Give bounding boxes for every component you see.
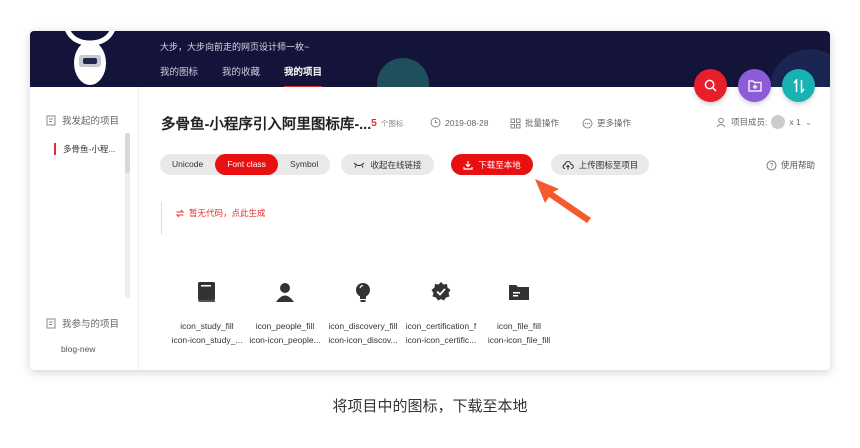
help-label: 使用帮助 [781, 160, 816, 170]
code-area-divider [161, 202, 162, 235]
sidebar-item-project[interactable]: 多骨鱼-小程... [54, 143, 115, 155]
icon-name: icon_discovery_fill [328, 321, 398, 331]
astronaut-avatar [65, 31, 115, 85]
more-operation-button[interactable]: 更多操作 [582, 117, 631, 129]
header-slogan: 大步，大步向前走的网页设计师一枚~ [160, 42, 310, 52]
folder-icon [509, 285, 529, 300]
icon-card[interactable]: icon_certification_f icon-icon_certific.… [402, 279, 480, 347]
generate-code-label: 暂无代码，点此生成 [189, 208, 266, 218]
member-avatar [771, 115, 786, 129]
sidebar-my-projects[interactable]: 我发起的项目 [46, 113, 119, 127]
project-title: 多骨鱼-小程序引入阿里图标库-... [161, 117, 372, 133]
icon-name: icon_certification_f [405, 321, 477, 331]
upload-label: 上传图标至项目 [578, 159, 639, 170]
more-operation-label: 更多操作 [597, 118, 632, 128]
icon-card[interactable]: icon_people_fill icon-icon_people... [246, 279, 324, 347]
edit-list-icon [46, 115, 56, 125]
main-content: 多骨鱼-小程序引入阿里图标库-... 5 个图标 2019-08-28 批量操作… [138, 87, 830, 370]
help-icon: ? [766, 160, 777, 170]
icon-class: icon-icon_people... [249, 335, 321, 345]
icon-class: icon-icon_study_... [171, 335, 243, 345]
collapse-link-label: 收起在线链接 [370, 159, 422, 170]
eye-closed-icon [354, 162, 365, 168]
download-icon [463, 160, 473, 170]
members-label: 项目成员: [731, 117, 768, 127]
lightbulb-icon [356, 283, 370, 302]
cloud-upload-icon [562, 160, 574, 169]
clock-icon [430, 117, 441, 128]
project-date-value: 2019-08-28 [445, 117, 489, 128]
members-count: x 1 [789, 117, 801, 127]
icon-card[interactable]: icon_file_fill icon-icon_file_fill [480, 279, 558, 347]
nav-my-icons[interactable]: 我的图标 [160, 64, 198, 87]
icon-count-value: 5 [371, 117, 377, 129]
sidebar-my-projects-label: 我发起的项目 [62, 116, 120, 127]
more-icon [582, 118, 593, 128]
sidebar-item-blog-new[interactable]: blog-new [61, 344, 96, 354]
code-type-tabs: Unicode Font class Symbol [160, 154, 331, 175]
icon-name: icon_study_fill [180, 321, 234, 331]
tab-font-class[interactable]: Font class [215, 154, 278, 175]
icon-name: icon_file_fill [497, 321, 541, 331]
download-button[interactable]: 下载至本地 [451, 154, 533, 175]
verified-badge-icon [431, 282, 451, 301]
app-window: 大步，大步向前走的网页设计师一枚~ 我的图标 我的收藏 我的项目 我发起的项目 … [30, 31, 830, 370]
grid-icon [510, 118, 521, 128]
icon-class: icon-icon_certific... [405, 335, 477, 345]
icon-card[interactable]: icon_discovery_fill icon-icon_discov... [324, 279, 402, 347]
collapse-link-button[interactable]: 收起在线链接 [341, 154, 434, 175]
sidebar-joined-projects[interactable]: 我参与的项目 [46, 316, 119, 330]
icon-name: icon_people_fill [255, 321, 315, 331]
upload-button[interactable]: 上传图标至项目 [551, 154, 649, 175]
tab-symbol[interactable]: Symbol [278, 154, 330, 175]
tab-unicode[interactable]: Unicode [160, 154, 215, 175]
nav-my-projects[interactable]: 我的项目 [284, 64, 323, 87]
icon-grid: icon_study_fill icon-icon_study_... icon… [168, 279, 558, 347]
svg-text:?: ? [770, 163, 774, 170]
sidebar-joined-projects-label: 我参与的项目 [62, 319, 120, 330]
person-icon [276, 283, 294, 302]
pointer-arrow-annotation [535, 179, 591, 223]
icon-count: 5 个图标 [371, 117, 403, 129]
batch-operation-button[interactable]: 批量操作 [510, 117, 559, 129]
icon-count-unit: 个图标 [380, 118, 404, 128]
top-nav: 我的图标 我的收藏 我的项目 [160, 64, 323, 87]
edit-list-icon [46, 318, 56, 328]
download-label: 下载至本地 [478, 159, 521, 170]
nav-my-favorites[interactable]: 我的收藏 [222, 64, 260, 87]
chevron-down-icon: ⌄ [804, 116, 813, 127]
sidebar: 我发起的项目 多骨鱼-小程... 我参与的项目 blog-new [30, 87, 139, 370]
book-icon [198, 282, 215, 302]
generate-code-link[interactable]: 暂无代码，点此生成 [175, 207, 266, 219]
decor-circle [377, 58, 429, 87]
project-date: 2019-08-28 [430, 117, 488, 128]
icon-class: icon-icon_discov... [328, 335, 398, 345]
caption-text: 将项目中的图标，下载至本地 [332, 398, 528, 415]
refresh-icon [175, 209, 185, 217]
icon-card[interactable]: icon_study_fill icon-icon_study_... [168, 279, 246, 347]
icon-class: icon-icon_file_fill [487, 335, 551, 345]
sidebar-scrollbar-thumb[interactable] [125, 133, 130, 173]
members-icon [716, 117, 726, 127]
project-members[interactable]: 项目成员: x 1 ⌄ [716, 115, 812, 129]
help-link[interactable]: ? 使用帮助 [766, 159, 815, 171]
batch-operation-label: 批量操作 [525, 118, 560, 128]
